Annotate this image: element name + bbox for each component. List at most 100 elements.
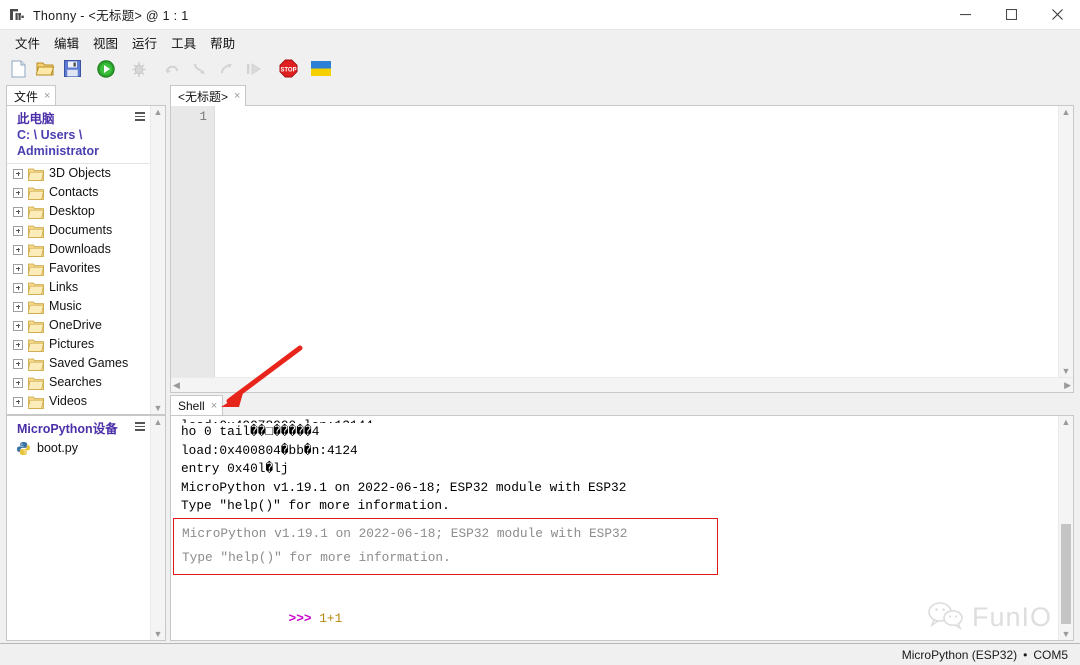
code-editor[interactable] <box>215 106 1058 377</box>
expand-plus-icon[interactable] <box>13 377 23 388</box>
tab-files-close-icon[interactable]: × <box>44 90 50 102</box>
expand-plus-icon[interactable] <box>13 187 23 198</box>
resume-button[interactable] <box>244 59 264 79</box>
list-item[interactable]: Contacts <box>7 183 150 202</box>
scroll-up-icon[interactable]: ▲ <box>154 418 163 427</box>
save-file-button[interactable] <box>62 59 82 79</box>
list-item[interactable]: Links <box>7 278 150 297</box>
folder-icon <box>27 376 44 390</box>
python-file-icon <box>16 441 31 456</box>
shell-scrollbar[interactable]: ▲ ▼ <box>1058 416 1073 640</box>
shell-line: Type "help()" for more information. <box>181 498 450 513</box>
highlight-box: MicroPython v1.19.1 on 2022-06-18; ESP32… <box>173 517 718 575</box>
menu-help[interactable]: 帮助 <box>203 31 242 54</box>
open-file-button[interactable] <box>35 59 55 79</box>
new-file-button[interactable] <box>8 59 28 79</box>
tab-files-label: 文件 <box>14 89 39 104</box>
editor-hscrollbar[interactable]: ◀ ▶ <box>171 377 1073 392</box>
expand-plus-icon[interactable] <box>13 339 23 350</box>
highlight-line: MicroPython v1.19.1 on 2022-06-18; ESP32… <box>182 525 628 541</box>
prompt-symbol: >>> <box>288 610 312 626</box>
scroll-left-icon[interactable]: ◀ <box>173 380 180 391</box>
folder-icon <box>27 281 44 295</box>
this-pc-label[interactable]: 此电脑 <box>17 111 146 127</box>
editor-vscrollbar[interactable]: ▲ ▼ <box>1058 106 1073 377</box>
scroll-up-icon[interactable]: ▲ <box>1062 108 1071 117</box>
minimize-button[interactable] <box>942 0 988 30</box>
menu-run[interactable]: 运行 <box>125 31 164 54</box>
device-tree: MicroPython设备 boot.py <box>7 416 150 640</box>
expand-plus-icon[interactable] <box>13 320 23 331</box>
expand-plus-icon[interactable] <box>13 225 23 236</box>
device-tree-scrollbar[interactable]: ▲ ▼ <box>150 416 165 640</box>
list-item[interactable]: Searches <box>7 373 150 392</box>
step-out-button[interactable] <box>217 59 237 79</box>
scroll-up-icon[interactable]: ▲ <box>1062 418 1071 427</box>
tab-files[interactable]: 文件 × <box>6 85 57 106</box>
expand-plus-icon[interactable] <box>13 301 23 312</box>
scroll-down-icon[interactable]: ▼ <box>154 630 163 639</box>
expand-plus-icon[interactable] <box>13 358 23 369</box>
list-item[interactable]: Desktop <box>7 202 150 221</box>
scroll-up-icon[interactable]: ▲ <box>154 108 163 117</box>
hamburger-menu-icon[interactable] <box>135 112 145 121</box>
scroll-right-icon[interactable]: ▶ <box>1064 380 1071 391</box>
step-over-button[interactable] <box>163 59 183 79</box>
menu-tools[interactable]: 工具 <box>164 31 203 54</box>
debug-button[interactable] <box>129 59 149 79</box>
step-into-button[interactable] <box>190 59 210 79</box>
status-port[interactable]: COM5 <box>1033 648 1068 662</box>
list-item-label: OneDrive <box>49 318 102 332</box>
list-item[interactable]: Pictures <box>7 335 150 354</box>
close-button[interactable] <box>1034 0 1080 30</box>
menu-file[interactable]: 文件 <box>8 31 47 54</box>
folder-icon <box>27 167 44 181</box>
run-button[interactable] <box>96 59 116 79</box>
expand-plus-icon[interactable] <box>13 206 23 217</box>
files-tree-scrollbar[interactable]: ▲ ▼ <box>150 106 165 414</box>
shell-output[interactable]: load:0x40078000,len:13144 ho 0 tail��□��… <box>171 416 1058 640</box>
scroll-down-icon[interactable]: ▼ <box>1062 367 1071 376</box>
tab-untitled-close-icon[interactable]: × <box>234 90 240 102</box>
list-item[interactable]: Favorites <box>7 259 150 278</box>
status-interpreter[interactable]: MicroPython (ESP32) <box>902 648 1017 662</box>
scroll-down-icon[interactable]: ▼ <box>1062 630 1071 639</box>
list-item[interactable]: 3D Objects <box>7 164 150 183</box>
list-item[interactable]: Saved Games <box>7 354 150 373</box>
sidebar: 文件 × 此电脑 C: \ Users \ Administrator 3D O… <box>0 83 166 643</box>
scroll-down-icon[interactable]: ▼ <box>154 404 163 413</box>
window-title: Thonny - <无标题> @ 1 : 1 <box>33 9 189 23</box>
list-item[interactable]: Music <box>7 297 150 316</box>
list-item[interactable]: Documents <box>7 221 150 240</box>
list-item[interactable]: Downloads <box>7 240 150 259</box>
maximize-button[interactable] <box>988 0 1034 30</box>
path-line-1: C: \ Users \ <box>17 128 83 142</box>
window-controls <box>942 0 1080 30</box>
files-tree-box: 此电脑 C: \ Users \ Administrator 3D Object… <box>6 105 166 415</box>
list-item-label: 3D Objects <box>49 166 111 180</box>
menu-view[interactable]: 视图 <box>86 31 125 54</box>
list-item[interactable]: Videos <box>7 392 150 411</box>
folder-icon <box>27 357 44 371</box>
highlight-line: Type "help()" for more information. <box>182 549 451 565</box>
tab-shell[interactable]: Shell × <box>170 395 224 416</box>
list-item[interactable]: OneDrive <box>7 316 150 335</box>
hamburger-menu-icon[interactable] <box>135 422 145 431</box>
tab-untitled-label: <无标题> <box>178 89 229 104</box>
expand-plus-icon[interactable] <box>13 168 23 179</box>
stop-button[interactable]: STOP <box>278 59 298 79</box>
list-item[interactable]: boot.py <box>7 439 150 458</box>
menu-edit[interactable]: 编辑 <box>47 31 86 54</box>
tab-shell-close-icon[interactable]: × <box>211 400 217 412</box>
list-item-label: Pictures <box>49 337 95 351</box>
toolbar: STOP <box>0 54 1080 83</box>
expand-plus-icon[interactable] <box>13 263 23 274</box>
expand-plus-icon[interactable] <box>13 396 23 407</box>
ukraine-flag-button[interactable] <box>311 59 331 79</box>
tab-untitled[interactable]: <无标题> × <box>170 85 247 106</box>
editor-tabstrip: <无标题> × <box>170 83 1074 106</box>
expand-plus-icon[interactable] <box>13 244 23 255</box>
expand-plus-icon[interactable] <box>13 282 23 293</box>
shell-scrollbar-thumb[interactable] <box>1061 524 1071 624</box>
folder-icon <box>27 224 44 238</box>
